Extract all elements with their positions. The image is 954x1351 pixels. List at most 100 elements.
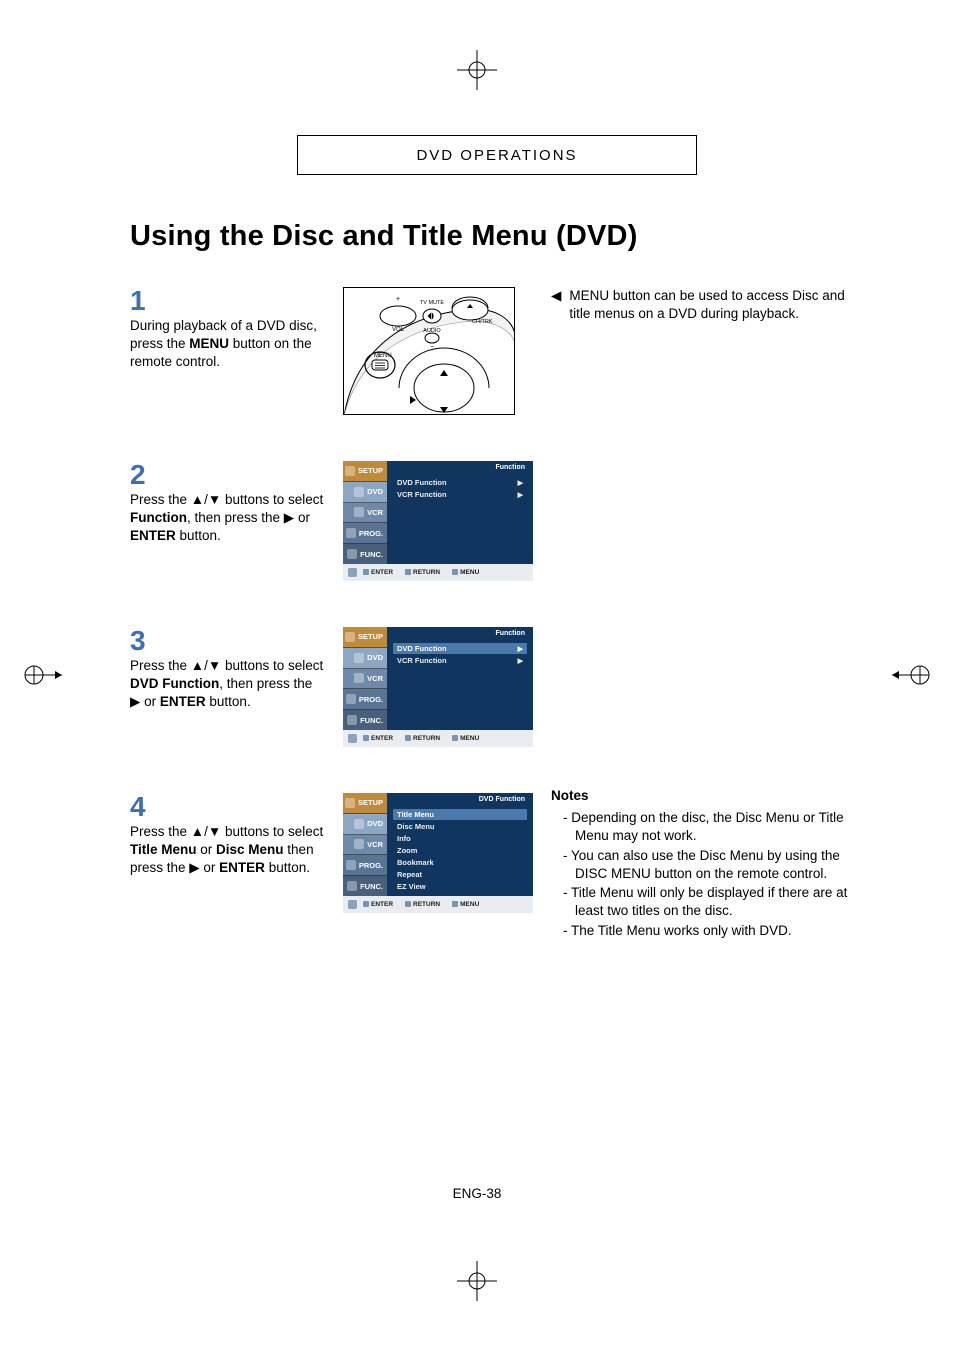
osd3-title: Function xyxy=(495,630,525,637)
osd-tab-label: SETUP xyxy=(358,466,383,475)
osd3-list: DVD Function▶VCR Function▶ xyxy=(393,643,527,666)
osd-tab-func: FUNC. xyxy=(343,544,387,564)
osd3-footer-return: RETURN xyxy=(405,735,440,742)
osd-tab-dvd: DVD xyxy=(343,814,387,835)
remote-plus-label: + xyxy=(396,296,400,303)
step-1-number: 1 xyxy=(130,287,325,315)
step-4-number: 4 xyxy=(130,793,325,821)
osd4-title: DVD Function xyxy=(479,796,525,803)
osd-tab-label: DVD xyxy=(367,819,383,828)
notes-block: Notes Depending on the disc, the Disc Me… xyxy=(551,787,864,941)
osd-tab-dvd: DVD xyxy=(343,648,387,669)
osd-tab-label: PROG. xyxy=(359,695,383,704)
step-3-row: 3 Press the ▲/▼ buttons to select DVD Fu… xyxy=(130,627,864,747)
osd4-footer-return: RETURN xyxy=(405,901,440,908)
osd-tab-icon xyxy=(354,653,364,663)
osd-tab-vcr: VCR xyxy=(343,835,387,856)
crop-arrow-left xyxy=(22,660,62,695)
section-header-text: DVD OPERATIONS xyxy=(416,147,577,164)
osd-tab-label: VCR xyxy=(367,508,383,517)
remote-illustration: + VOL TV MUTE CH/TRK AUDIO − M xyxy=(343,287,515,415)
osd-item: DVD Function ▶ xyxy=(393,477,527,488)
osd-screenshot-2: SETUPDVDVCRPROG.FUNC. Function DVD Funct… xyxy=(343,461,533,581)
osd-tab-label: VCR xyxy=(367,840,383,849)
osd-tab-label: SETUP xyxy=(358,798,383,807)
osd-item-label: EZ View xyxy=(397,882,426,891)
page-title: Using the Disc and Title Menu (DVD) xyxy=(130,220,864,253)
osd-tab-icon xyxy=(354,839,364,849)
note-item: The Title Menu works only with DVD. xyxy=(551,922,864,940)
chevron-right-icon: ▶ xyxy=(518,657,523,665)
osd-tab-icon xyxy=(354,673,364,683)
osd2-footer-enter: ENTER xyxy=(363,569,393,576)
remote-vol-label: VOL xyxy=(392,327,405,333)
crop-arrow-right xyxy=(892,660,932,695)
osd-tab-vcr: VCR xyxy=(343,669,387,690)
osd-item: Disc Menu xyxy=(393,821,527,832)
chevron-right-icon: ▶ xyxy=(518,645,523,653)
osd-tab-dvd: DVD xyxy=(343,482,387,503)
osd-tab-prog: PROG. xyxy=(343,855,387,876)
osd-tab-icon xyxy=(347,715,357,725)
osd-tab-label: SETUP xyxy=(358,632,383,641)
osd-item: VCR Function▶ xyxy=(393,655,527,666)
osd-item-label: Disc Menu xyxy=(397,822,435,831)
page-footer: ENG-38 xyxy=(0,1186,954,1201)
remote-tvmute-label: TV MUTE xyxy=(420,300,444,306)
osd-item-label: Zoom xyxy=(397,846,417,855)
osd-tab-setup: SETUP xyxy=(343,461,387,482)
note-item: You can also use the Disc Menu by using … xyxy=(551,847,864,883)
step-3-text: Press the ▲/▼ buttons to select DVD Func… xyxy=(130,657,325,712)
remote-chtrk-label: CH/TRK xyxy=(472,319,493,325)
osd-tab-icon xyxy=(346,694,356,704)
osd3-tabs: SETUP DVD VCR PROG. FUNC. xyxy=(343,627,387,730)
osd2-footer-menu: MENU xyxy=(452,569,479,576)
osd2-title: Function xyxy=(495,464,525,471)
osd4-tabs: SETUPDVDVCRPROG.FUNC. xyxy=(343,793,387,896)
osd3-footer: ENTER RETURN MENU xyxy=(343,730,533,747)
osd-item: Zoom xyxy=(393,845,527,856)
osd-tab-label: DVD xyxy=(367,653,383,662)
step-2-row: 2 Press the ▲/▼ buttons to select Functi… xyxy=(130,461,864,581)
step-1-text: During playback of a DVD disc, press the… xyxy=(130,317,325,372)
notes-heading: Notes xyxy=(551,787,864,805)
osd-tab-icon xyxy=(345,632,355,642)
osd-tab-icon xyxy=(345,466,355,476)
osd-item-label: Title Menu xyxy=(397,810,434,819)
osd-tab-func: FUNC. xyxy=(343,710,387,730)
osd-tab-setup: SETUP xyxy=(343,793,387,814)
section-header: DVD OPERATIONS xyxy=(297,135,697,175)
osd-item: Repeat xyxy=(393,869,527,880)
osd-item-label: Repeat xyxy=(397,870,422,879)
remote-audio-label: AUDIO xyxy=(423,328,441,334)
notes-list: Depending on the disc, the Disc Menu or … xyxy=(551,809,864,940)
osd-tab-label: VCR xyxy=(367,674,383,683)
note-item: Depending on the disc, the Disc Menu or … xyxy=(551,809,864,845)
chevron-right-icon: ▶ xyxy=(518,479,523,487)
osd-item: DVD Function▶ xyxy=(393,643,527,654)
osd-tab-label: DVD xyxy=(367,487,383,496)
osd4-footer-menu: MENU xyxy=(452,901,479,908)
osd3-footer-icon xyxy=(348,734,357,743)
osd4-footer-enter: ENTER xyxy=(363,901,393,908)
osd2-tabs: SETUPDVDVCRPROG.FUNC. xyxy=(343,461,387,564)
crop-mark-top xyxy=(457,50,497,90)
note-item: Title Menu will only be displayed if the… xyxy=(551,884,864,920)
osd2-list: DVD Function ▶ VCR Function ▶ xyxy=(393,477,527,500)
osd-item: Title Menu xyxy=(393,809,527,820)
osd-tab-setup: SETUP xyxy=(343,627,387,648)
osd4-footer: ENTER RETURN MENU xyxy=(343,896,533,913)
osd3-footer-enter: ENTER xyxy=(363,735,393,742)
step-2-number: 2 xyxy=(130,461,325,489)
step-2-text: Press the ▲/▼ buttons to select Function… xyxy=(130,491,325,546)
osd-tab-icon xyxy=(347,881,357,891)
osd-tab-label: PROG. xyxy=(359,861,383,870)
osd-item-label: DVD Function xyxy=(397,478,447,487)
osd-item-label: Info xyxy=(397,834,411,843)
osd-item-label: VCR Function xyxy=(397,490,447,499)
osd2-footer: ENTER RETURN MENU xyxy=(343,564,533,581)
crop-mark-bottom xyxy=(457,1261,497,1301)
osd3-footer-menu: MENU xyxy=(452,735,479,742)
osd-screenshot-3: SETUP DVD VCR PROG. FUNC. Function DVD Funct… xyxy=(343,627,533,747)
osd-item: EZ View xyxy=(393,881,527,892)
